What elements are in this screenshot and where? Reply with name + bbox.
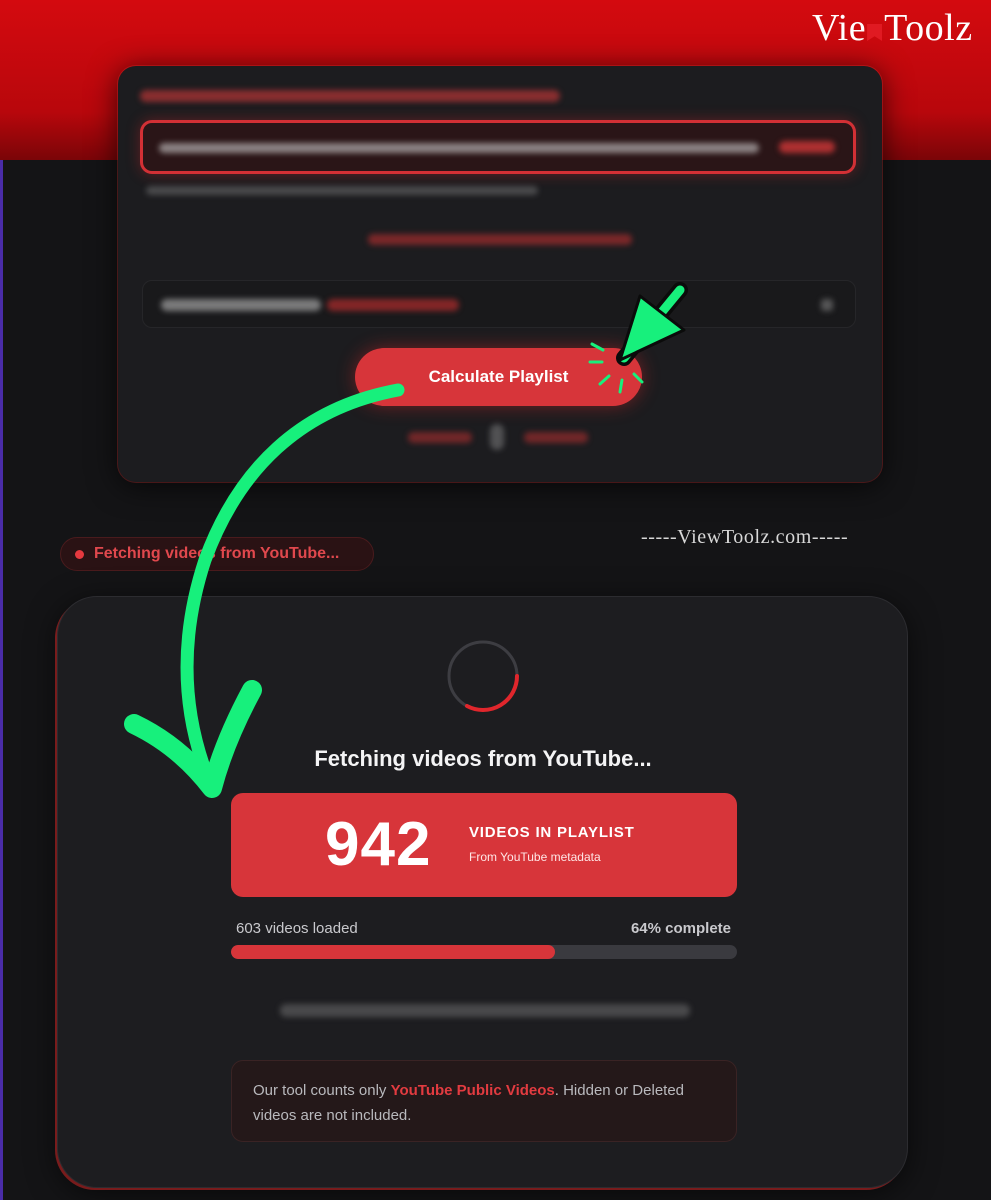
blurred-advanced-link[interactable] [368, 234, 632, 245]
blurred-range-divider-icon [490, 424, 504, 450]
video-count-box: 942 VIDEOS IN PLAYLIST From YouTube meta… [231, 793, 737, 897]
status-text: Fetching videos from YouTube... [94, 545, 340, 562]
speed-select[interactable] [142, 280, 856, 328]
calculate-playlist-button[interactable]: Calculate Playlist [355, 348, 642, 406]
blurred-url-text [159, 143, 759, 153]
chevron-down-icon [821, 299, 833, 311]
video-count-label: VIDEOS IN PLAYLIST [469, 824, 635, 841]
viewtoolz-logo: Vie Toolz [812, 7, 973, 49]
bookmark-icon [867, 24, 883, 41]
site-watermark: -----ViewToolz.com----- [641, 526, 849, 548]
public-videos-notice: Our tool counts only YouTube Public Vide… [231, 1060, 737, 1142]
playlist-url-input[interactable] [140, 120, 856, 174]
blurred-playlist-title [280, 1004, 690, 1017]
blurred-paste-button[interactable] [779, 141, 835, 153]
blurred-input-label [140, 90, 560, 102]
notice-highlight: YouTube Public Videos [390, 1082, 555, 1099]
blurred-range-end [524, 432, 588, 443]
left-edge-accent [0, 0, 3, 1200]
videos-loaded-text: 603 videos loaded [236, 920, 358, 937]
status-badge: Fetching videos from YouTube... [60, 537, 374, 571]
progress-bar [231, 945, 737, 959]
notice-text-start: Our tool counts only [253, 1082, 391, 1099]
loading-spinner-icon [447, 640, 519, 712]
video-count-source: From YouTube metadata [469, 850, 601, 864]
blurred-select-value [327, 299, 459, 311]
blurred-playlist-meta [146, 186, 538, 195]
video-count-number: 942 [325, 810, 432, 879]
progress-bar-fill [231, 945, 555, 959]
percent-complete-text: 64% complete [630, 920, 731, 937]
fetching-title: Fetching videos from YouTube... [314, 746, 652, 771]
blurred-select-label [161, 299, 321, 311]
blurred-range-start [408, 432, 472, 443]
status-dot-icon [75, 549, 84, 559]
